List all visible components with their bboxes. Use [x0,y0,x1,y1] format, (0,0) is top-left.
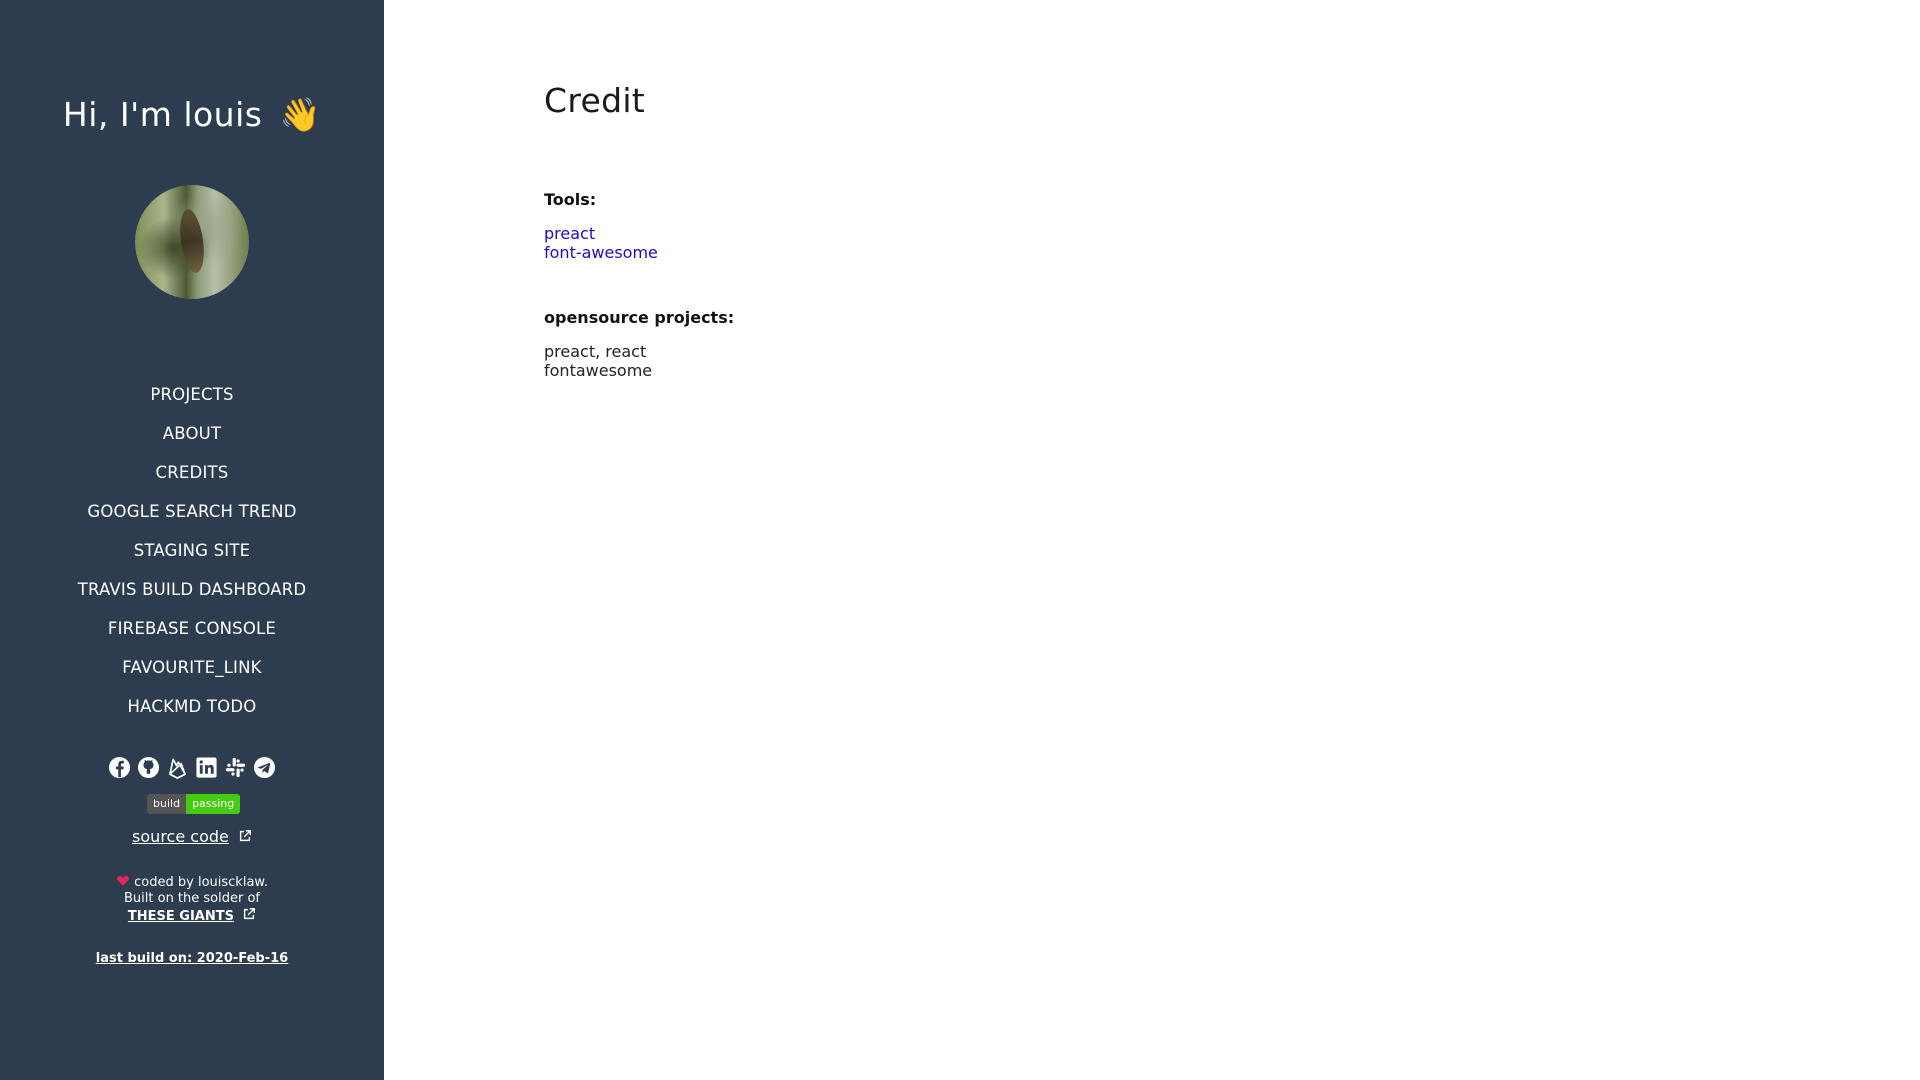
sidebar-nav: PROJECTS ABOUT CREDITS GOOGLE SEARCH TRE… [0,375,384,726]
greeting-text: Hi, I'm louis [62,95,263,134]
main-content: Credit Tools: preact font-awesome openso… [544,80,1844,380]
project-item: fontawesome [544,361,653,380]
badge-label: build [147,794,187,814]
build-status-badge[interactable]: build passing [147,794,241,814]
avatar [135,185,249,299]
page: Hi, I'm louis 👋 PROJECTS ABOUT CREDITS G… [0,0,1920,1080]
project-item: preact, react [544,342,647,361]
nav-item-firebase-console[interactable]: FIREBASE CONSOLE [0,609,384,648]
projects-list: preact, react fontawesome [544,342,1844,380]
nav-item-about[interactable]: ABOUT [0,414,384,453]
heart-icon [117,875,129,886]
nav-item-hackmd-todo[interactable]: HACKMD TODO [0,687,384,726]
external-link-icon [239,830,251,842]
avatar-insect-image [176,207,208,275]
slack-icon[interactable] [224,756,247,779]
social-links [0,756,384,779]
source-code-row: source code [0,826,384,848]
built-on-text: Built on the solder of [124,891,260,906]
last-build-link[interactable]: last build on: 2020-Feb-16 [96,951,288,966]
external-link-icon [244,908,256,920]
linkedin-icon[interactable] [195,756,218,779]
page-title: Credit [544,81,646,120]
last-build-row: last build on: 2020-Feb-16 [0,950,384,968]
nav-item-credits[interactable]: CREDITS [0,453,384,492]
wave-emoji-icon: 👋 [279,95,322,134]
tools-list: preact font-awesome [544,224,1844,262]
opensource-projects-heading: opensource projects: [544,308,735,327]
tool-link-preact[interactable]: preact [544,224,1844,243]
tools-heading: Tools: [544,190,597,209]
github-icon[interactable] [137,756,160,779]
greeting-heading: Hi, I'm louis 👋 [0,92,384,138]
nav-item-staging-site[interactable]: STAGING SITE [0,531,384,570]
telegram-icon[interactable] [253,756,276,779]
nav-item-google-search-trend[interactable]: GOOGLE SEARCH TREND [0,492,384,531]
nav-item-favourite-link[interactable]: FAVOURITE_LINK [0,648,384,687]
sidebar: Hi, I'm louis 👋 PROJECTS ABOUT CREDITS G… [0,0,384,1080]
tool-link-font-awesome[interactable]: font-awesome [544,243,1844,262]
these-giants-link[interactable]: THESE GIANTS [128,909,234,924]
nav-item-projects[interactable]: PROJECTS [0,375,384,414]
coded-by-block: coded by louiscklaw. Built on the solder… [0,874,384,925]
coded-by-text: coded by louiscklaw. [134,875,268,890]
firebase-icon[interactable] [166,756,189,779]
nav-item-travis-build-dashboard[interactable]: TRAVIS BUILD DASHBOARD [0,570,384,609]
badge-status: passing [186,794,241,814]
facebook-icon[interactable] [108,756,131,779]
source-code-link[interactable]: source code [132,827,229,846]
